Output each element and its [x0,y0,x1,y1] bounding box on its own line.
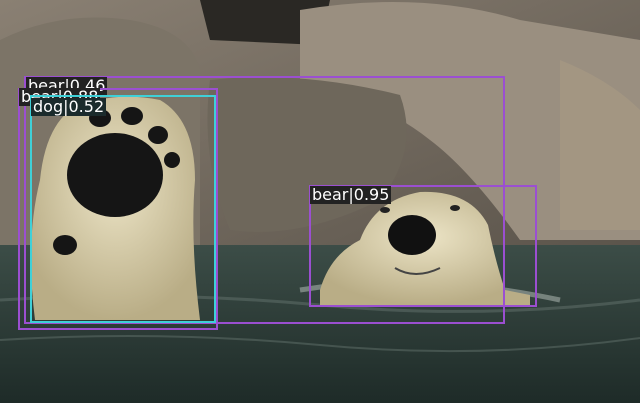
dog-label: dog|0.52 [31,97,107,116]
bear-label-3: bear|0.95 [310,185,392,204]
dog-bbox [30,95,216,323]
